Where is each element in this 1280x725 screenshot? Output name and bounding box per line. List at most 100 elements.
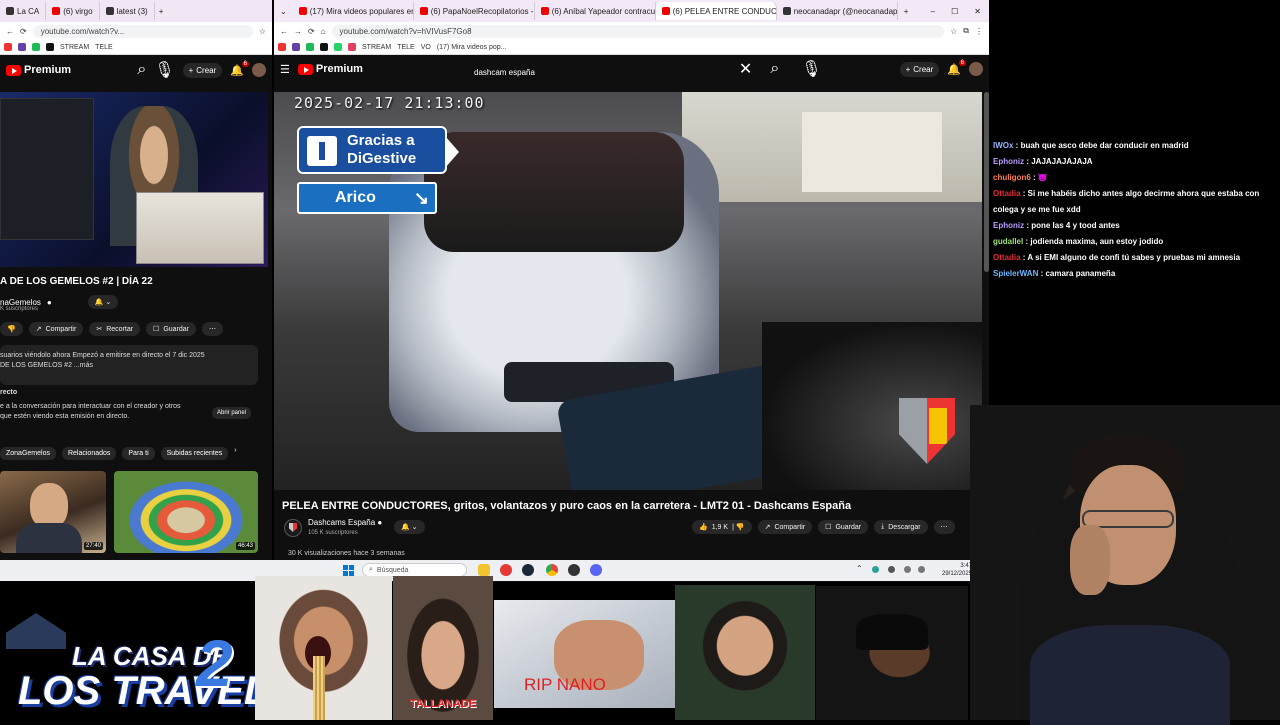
bookmark-youtube-popular[interactable]: (17) Mira videos pop... bbox=[437, 44, 507, 51]
search-icon[interactable]: ⌕ bbox=[137, 61, 146, 79]
main-tab-2[interactable]: (6) PapaNoelRecopilatorios - ... bbox=[414, 2, 535, 20]
obs-icon[interactable] bbox=[568, 564, 580, 576]
tray-app-icon[interactable] bbox=[888, 566, 895, 573]
bookmark-twitch-icon[interactable] bbox=[292, 43, 300, 51]
tray-app-icon[interactable] bbox=[872, 566, 879, 573]
create-button[interactable]: + Crear bbox=[899, 61, 940, 77]
main-tab-5[interactable]: neocanadapr (@neocanadapr)... bbox=[777, 2, 898, 20]
volume-icon[interactable] bbox=[918, 566, 925, 573]
search-icon[interactable]: ⌕ bbox=[770, 60, 779, 78]
chip-relacionados[interactable]: Relacionados bbox=[61, 447, 117, 460]
avatar[interactable] bbox=[252, 63, 266, 77]
mic-icon[interactable]: 🎙 bbox=[801, 59, 821, 79]
avatar[interactable] bbox=[969, 62, 983, 76]
menu-icon[interactable]: ⋮ bbox=[975, 27, 983, 36]
main-channel-name[interactable]: Dashcams España ● bbox=[308, 518, 382, 527]
windows-start-icon[interactable] bbox=[343, 565, 354, 576]
steam-icon[interactable] bbox=[522, 564, 534, 576]
forward-icon[interactable]: → bbox=[294, 27, 302, 36]
chip-para-ti[interactable]: Para ti bbox=[122, 447, 155, 460]
chat-username[interactable]: Ottadia bbox=[993, 189, 1021, 198]
main-tab-3[interactable]: (6) Aníbal Yapeador contracu... bbox=[535, 2, 656, 20]
page-scrollbar[interactable] bbox=[984, 92, 989, 272]
reload-icon[interactable]: ⟳ bbox=[308, 27, 315, 36]
main-video-player[interactable]: 2025-02-17 21:13:00 Gracias a DiGestive A… bbox=[274, 92, 982, 490]
open-panel-button[interactable]: Abrir panel bbox=[212, 407, 252, 419]
back-icon[interactable]: ← bbox=[280, 27, 288, 36]
hamburger-menu-icon[interactable]: ☰ bbox=[280, 63, 290, 76]
main-tab-4-active[interactable]: (6) PELEA ENTRE CONDUC...✕ bbox=[655, 2, 777, 20]
network-icon[interactable] bbox=[904, 566, 911, 573]
subscribe-bell-button[interactable]: 🔔 ⌄ bbox=[394, 520, 425, 534]
file-explorer-icon[interactable] bbox=[478, 564, 490, 576]
bookmark-spotify-icon[interactable] bbox=[32, 43, 40, 51]
bookmark-folder-tele[interactable]: TELE bbox=[95, 44, 113, 51]
share-button[interactable]: ↗ Compartir bbox=[757, 520, 813, 534]
bookmark-folder-stream[interactable]: STREAM bbox=[362, 44, 391, 51]
save-button[interactable]: ☐ Guardar bbox=[818, 520, 869, 534]
minimize-icon[interactable]: – bbox=[923, 7, 943, 16]
clip-button[interactable]: ✂ Recortar bbox=[89, 322, 141, 336]
maximize-icon[interactable]: ☐ bbox=[943, 7, 966, 16]
chat-username[interactable]: Ephoniz bbox=[993, 157, 1024, 166]
bookmark-spotify-icon[interactable] bbox=[306, 43, 314, 51]
chat-username[interactable]: Ottadia bbox=[993, 253, 1021, 262]
left-url-field[interactable]: youtube.com/watch?v... bbox=[32, 24, 253, 38]
mic-icon[interactable]: 🎙 bbox=[154, 60, 174, 80]
bookmark-whatsapp-icon[interactable] bbox=[334, 43, 342, 51]
new-tab-icon[interactable]: + bbox=[898, 7, 915, 16]
search-input[interactable]: dashcam españa bbox=[474, 68, 535, 77]
create-button[interactable]: + Crear bbox=[182, 62, 223, 78]
bookmark-x-icon[interactable] bbox=[46, 43, 54, 51]
youtube-logo[interactable]: Premium bbox=[297, 63, 363, 75]
youtube-logo[interactable]: Premium bbox=[6, 64, 71, 76]
bookmark-youtube-icon[interactable] bbox=[4, 43, 12, 51]
tab-list-icon[interactable]: ⌄ bbox=[274, 7, 293, 16]
reload-icon[interactable]: ⟳ bbox=[20, 27, 27, 36]
back-icon[interactable]: ← bbox=[6, 27, 14, 36]
main-tab-1[interactable]: (17) Mira videos populares en... bbox=[293, 2, 414, 20]
chat-username[interactable]: Ephoniz bbox=[993, 221, 1024, 230]
left-tab-3[interactable]: latest (3) bbox=[100, 2, 155, 20]
left-description-box[interactable]: suarios viéndolo ahora Empezó a emitirse… bbox=[0, 345, 258, 385]
bookmark-youtube-icon[interactable] bbox=[278, 43, 286, 51]
bookmark-x-icon[interactable] bbox=[320, 43, 328, 51]
taskbar-search-field[interactable]: ⌕ Búsqueda bbox=[362, 563, 467, 577]
left-video-player[interactable] bbox=[0, 92, 268, 267]
clear-search-icon[interactable]: ✕ bbox=[739, 59, 752, 79]
more-options-icon[interactable]: ⋯ bbox=[933, 520, 955, 534]
chat-username[interactable]: gudallel bbox=[993, 237, 1023, 246]
left-tab-1[interactable]: La CA bbox=[0, 2, 47, 20]
share-button[interactable]: ↗ Compartir bbox=[28, 322, 84, 336]
left-tab-2[interactable]: (6) virgo bbox=[46, 2, 100, 20]
discord-icon[interactable] bbox=[590, 564, 602, 576]
bookmark-instagram-icon[interactable] bbox=[348, 43, 356, 51]
notifications-bell-icon[interactable]: 🔔 6 bbox=[230, 60, 249, 77]
chevron-right-icon[interactable]: › bbox=[234, 447, 236, 460]
more-options-icon[interactable]: ⋯ bbox=[202, 322, 224, 336]
star-icon[interactable]: ☆ bbox=[259, 27, 266, 36]
extensions-icon[interactable]: ⧉ bbox=[963, 26, 969, 36]
bookmark-twitch-icon[interactable] bbox=[18, 43, 26, 51]
bookmark-folder-tele[interactable]: TELE bbox=[397, 44, 415, 51]
save-button[interactable]: ☐ Guardar bbox=[146, 322, 197, 336]
star-icon[interactable]: ☆ bbox=[950, 27, 957, 36]
recommended-video-thumbnail[interactable]: 46:43 bbox=[114, 471, 258, 553]
dislike-button[interactable]: 👎 bbox=[0, 322, 23, 336]
main-url-field[interactable]: youtube.com/watch?v=hVIVusF7Go8 bbox=[331, 24, 945, 38]
chat-username[interactable]: IWOx bbox=[993, 141, 1013, 150]
bookmark-folder-vo[interactable]: VO bbox=[421, 44, 431, 51]
window-close-icon[interactable]: ✕ bbox=[966, 7, 989, 16]
taskbar-clock[interactable]: 3:47 29/12/2025 bbox=[942, 562, 972, 578]
chrome-icon[interactable] bbox=[546, 564, 558, 576]
notifications-bell-icon[interactable]: 🔔 6 bbox=[947, 59, 966, 76]
chip-zonagemelos[interactable]: ZonaGemelos bbox=[0, 447, 56, 460]
subscribe-bell-button[interactable]: 🔔 ⌄ bbox=[87, 295, 119, 309]
chat-username[interactable]: chuligon6 bbox=[993, 173, 1031, 182]
chat-username[interactable]: SpielerWAN bbox=[993, 269, 1038, 278]
record-app-icon[interactable] bbox=[500, 564, 512, 576]
chip-subidas-recientes[interactable]: Subidas recientes bbox=[160, 447, 229, 460]
home-icon[interactable]: ⌂ bbox=[321, 27, 326, 36]
new-tab-icon[interactable]: + bbox=[155, 7, 168, 16]
download-button[interactable]: ⤓ Descargar bbox=[874, 520, 928, 534]
